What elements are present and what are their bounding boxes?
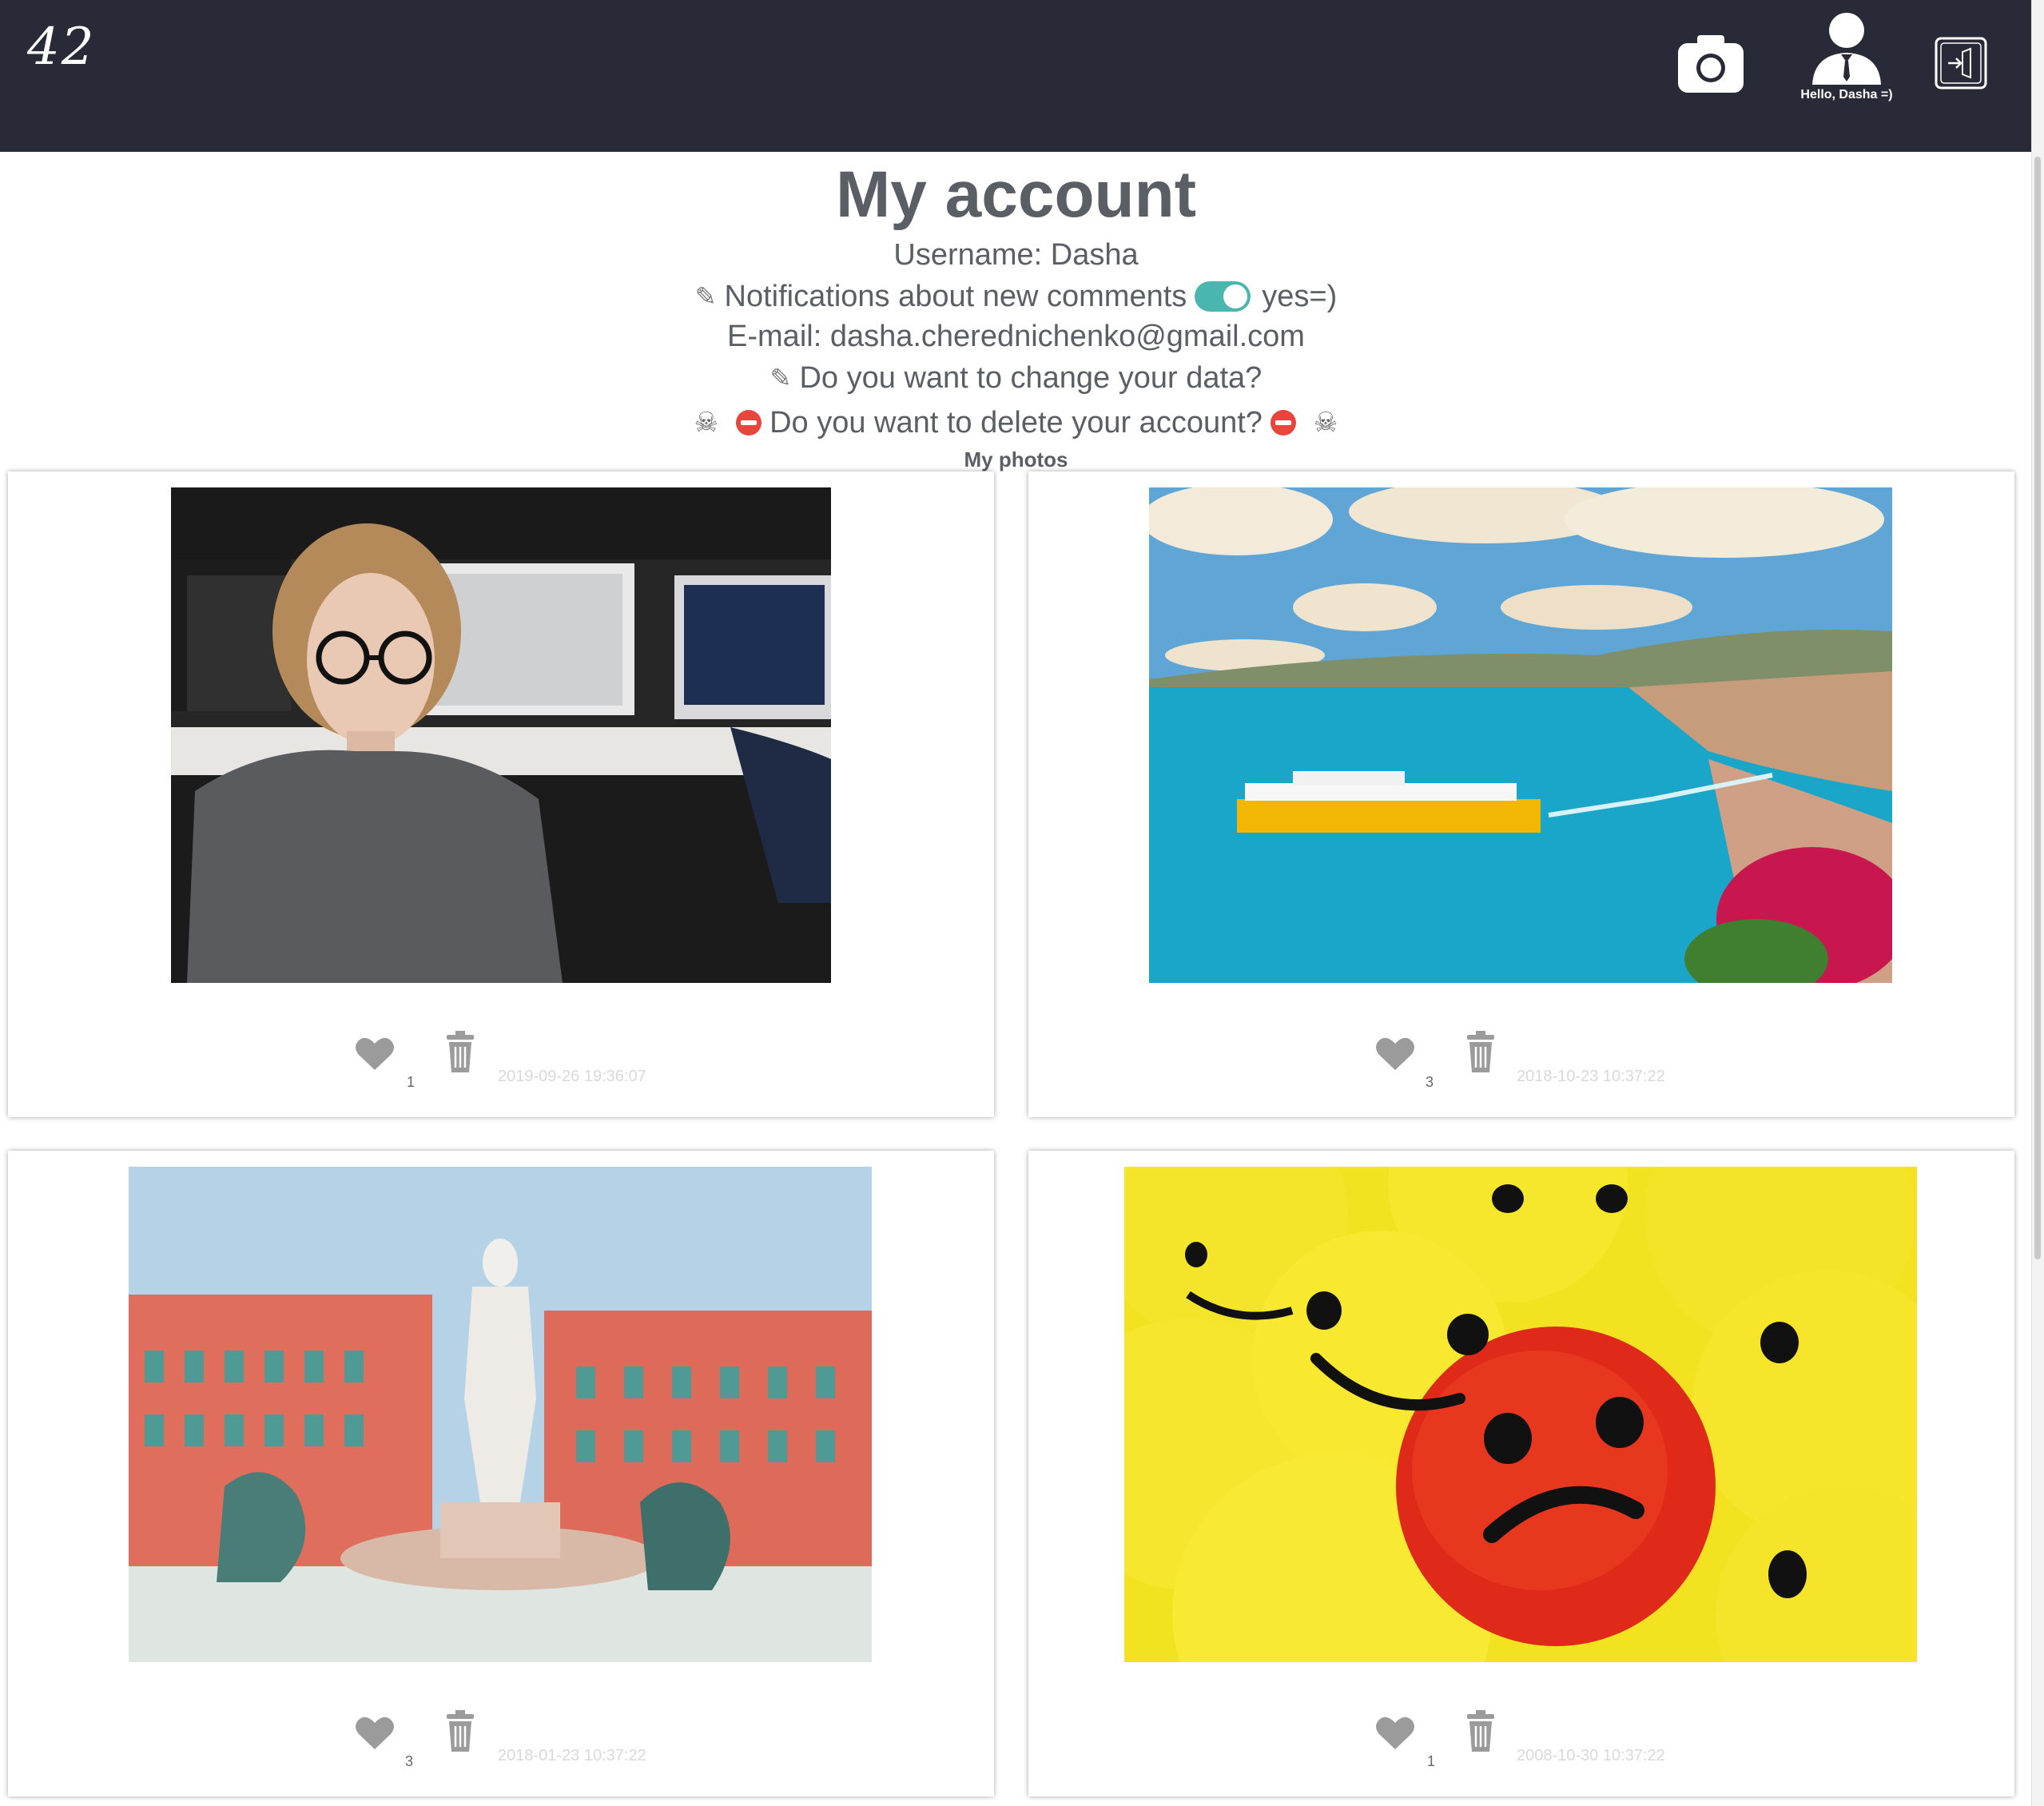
- change-data-row[interactable]: ✎ Do you want to change your data?: [0, 356, 2032, 398]
- delete-account-row[interactable]: ☠ Do you want to delete your account? ☠: [0, 401, 2032, 443]
- like-count: 3: [405, 1753, 414, 1769]
- photo-actions: 1 2008-10-30 10:37:22: [1028, 1710, 2014, 1769]
- logo[interactable]: 42: [27, 18, 95, 77]
- scrollbar-thumb[interactable]: [2034, 157, 2041, 1259]
- like-heart-icon[interactable]: [355, 1036, 395, 1071]
- email-line: E-mail: dasha.cherednichenko@gmail.com: [727, 319, 1305, 353]
- my-photos-heading: My photos: [964, 447, 1068, 471]
- user-icon: [1812, 13, 1881, 85]
- photo-actions: 3 2018-01-23 10:37:22: [8, 1710, 994, 1769]
- trash-icon[interactable]: [446, 1710, 475, 1752]
- profile-button[interactable]: Hello, Dasha =): [1795, 11, 1899, 115]
- trash-icon[interactable]: [446, 1031, 475, 1072]
- page-title: My account: [835, 158, 1197, 231]
- notifications-label: Notifications about new comments: [724, 279, 1187, 313]
- photo-date: 2008-10-30 10:37:22: [1517, 1747, 1665, 1764]
- trash-icon[interactable]: [1466, 1710, 1495, 1752]
- photo-statue-fountain[interactable]: [129, 1167, 872, 1662]
- page-scrollbar[interactable]: [2031, 0, 2044, 1806]
- like-count: 1: [1427, 1753, 1436, 1769]
- stop-sign-icon: [736, 409, 762, 436]
- logout-button[interactable]: [1934, 36, 1988, 90]
- camera-icon: [1678, 35, 1744, 93]
- account-section: My account Username: Dasha ✎ Notification…: [0, 152, 2032, 471]
- photo-date: 2018-10-23 10:37:22: [1517, 1068, 1665, 1085]
- photo-actions: 1 2019-09-26 19:36:07: [8, 1031, 994, 1090]
- delete-account-link[interactable]: Do you want to delete your account?: [769, 406, 1263, 440]
- photo-woman-at-desk[interactable]: [171, 487, 831, 983]
- greeting-text: Hello, Dasha =): [1800, 88, 1893, 101]
- photo-card: 3 2018-01-23 10:37:22: [8, 1151, 994, 1796]
- like-count: 3: [1426, 1074, 1434, 1090]
- photo-smiley-balls[interactable]: [1124, 1167, 1917, 1662]
- notifications-value: yes=): [1262, 279, 1338, 313]
- like-heart-icon[interactable]: [355, 1715, 395, 1750]
- photo-date: 2018-01-23 10:37:22: [498, 1747, 646, 1764]
- like-count: 1: [407, 1074, 416, 1090]
- camera-button[interactable]: [1675, 32, 1747, 96]
- photo-card: 3 2018-10-23 10:37:22: [1028, 471, 2014, 1117]
- skull-icon: ☠: [694, 407, 719, 438]
- top-navigation-bar: 42 Hello, Dasha =): [0, 0, 2032, 152]
- notifications-row: ✎ Notifications about new comments yes=): [0, 275, 2032, 316]
- photo-actions: 3 2018-10-23 10:37:22: [1028, 1031, 2014, 1090]
- logout-icon: [1935, 37, 1987, 90]
- change-data-link[interactable]: Do you want to change your data?: [799, 361, 1262, 395]
- like-heart-icon[interactable]: [1375, 1715, 1415, 1750]
- photo-seaside-ferry[interactable]: [1149, 487, 1892, 983]
- username-line: Username: Dasha: [893, 238, 1139, 272]
- pencil-icon: ✎: [769, 363, 792, 392]
- like-heart-icon[interactable]: [1375, 1036, 1415, 1071]
- photo-card: 1 2008-10-30 10:37:22: [1028, 1151, 2014, 1796]
- skull-icon: ☠: [1313, 407, 1338, 438]
- stop-sign-icon: [1270, 409, 1296, 436]
- photo-card: 1 2019-09-26 19:36:07: [8, 471, 994, 1117]
- trash-icon[interactable]: [1466, 1031, 1495, 1072]
- pencil-icon[interactable]: ✎: [695, 282, 717, 311]
- notifications-toggle[interactable]: [1195, 280, 1251, 312]
- toggle-knob: [1223, 284, 1248, 308]
- photo-date: 2019-09-26 19:36:07: [498, 1068, 646, 1085]
